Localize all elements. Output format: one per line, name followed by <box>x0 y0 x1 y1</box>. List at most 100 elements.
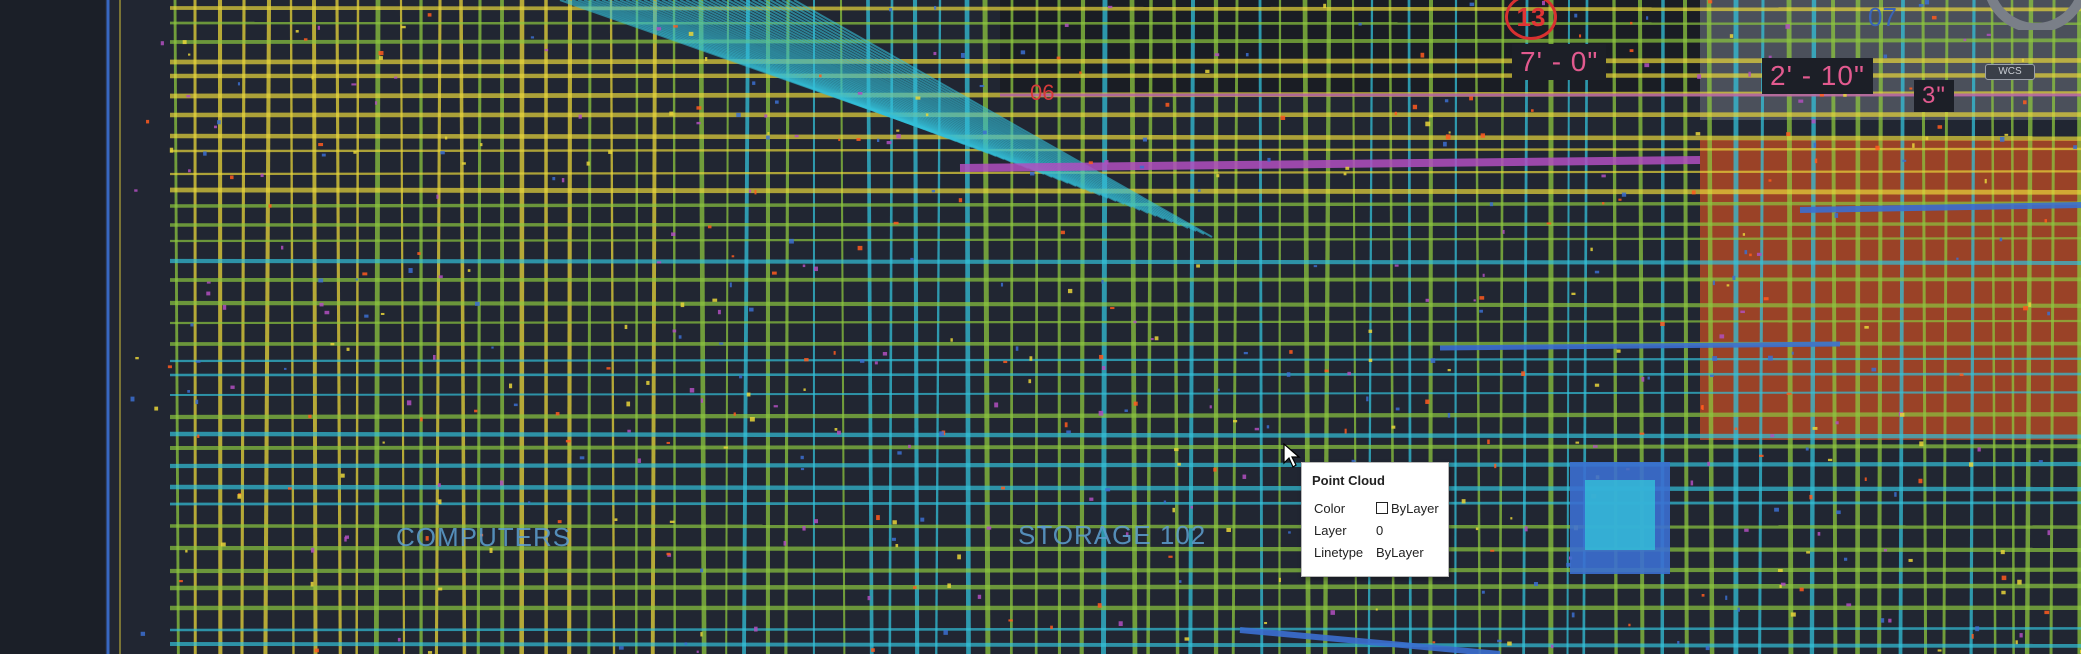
point-cloud-patch <box>1324 369 1329 373</box>
point-cloud-patch <box>394 76 398 79</box>
point-cloud-patch <box>1999 237 2003 242</box>
point-cloud-patch <box>206 281 211 284</box>
point-cloud-patch <box>378 51 384 56</box>
dimension-label-2ft10: 2' - 10" <box>1762 58 1873 94</box>
point-cloud-patch <box>311 75 314 80</box>
point-cloud-strand <box>434 0 442 654</box>
point-cloud-patch <box>222 304 227 310</box>
point-cloud-patch <box>1030 171 1035 176</box>
point-cloud-strand <box>169 431 2081 439</box>
point-cloud-patch <box>1064 422 1068 428</box>
point-cloud-strand <box>784 0 790 654</box>
point-cloud-patch <box>748 189 752 193</box>
point-cloud-patch <box>1963 38 1967 42</box>
point-cloud-patch <box>1510 517 1513 520</box>
point-cloud-patch <box>310 581 314 587</box>
point-cloud-patch <box>774 100 779 104</box>
point-cloud-patch <box>220 542 226 547</box>
point-cloud-patch <box>1165 102 1170 107</box>
point-cloud-patch <box>1819 93 1824 97</box>
point-cloud-patch <box>1432 641 1436 644</box>
point-cloud-patch <box>1763 297 1769 301</box>
point-cloud-patch <box>1835 421 1839 425</box>
point-cloud-patch <box>1768 179 1772 182</box>
point-cloud-patch <box>1594 270 1600 274</box>
point-cloud-patch <box>474 409 478 413</box>
point-cloud-patch <box>1358 22 1362 26</box>
point-cloud-patch <box>1344 428 1347 434</box>
point-cloud-patch <box>1330 610 1335 615</box>
point-cloud-strand <box>1231 0 1239 654</box>
point-cloud-patch <box>317 25 320 30</box>
point-cloud-patch <box>897 451 902 455</box>
point-cloud-strand <box>169 642 2081 648</box>
point-cloud-patch <box>230 385 235 389</box>
point-cloud-patch <box>1701 594 1705 597</box>
point-cloud-patch <box>680 302 685 308</box>
point-cloud-patch <box>1507 641 1512 646</box>
drawing-viewport[interactable]: 7' - 0" 2' - 10" 3" 13 07 06 COMPUTERS S… <box>0 0 2081 654</box>
point-cloud-patch <box>513 403 518 407</box>
point-cloud-patch <box>931 189 936 193</box>
point-cloud-strand <box>399 0 406 654</box>
point-cloud-strand <box>1146 0 1153 654</box>
point-cloud-patch <box>857 92 863 95</box>
point-cloud-patch <box>1571 292 1576 296</box>
arrow-cursor-icon <box>1283 443 1301 468</box>
point-cloud-patch <box>1521 371 1526 377</box>
point-cloud-patch <box>260 173 264 178</box>
point-cloud-patch <box>555 412 560 416</box>
point-cloud-patch <box>982 130 987 135</box>
point-cloud-patch <box>1695 132 1701 136</box>
point-cloud-patch <box>406 400 412 406</box>
point-cloud-patch <box>723 446 728 449</box>
point-cloud-patch <box>427 651 433 654</box>
point-cloud-patch <box>1139 165 1145 169</box>
point-cloud-patch <box>867 595 871 601</box>
point-cloud-patch <box>838 138 841 142</box>
wcs-menu[interactable]: WCS <box>1985 64 2035 80</box>
point-cloud-patch <box>767 132 770 135</box>
point-cloud-patch <box>772 271 777 275</box>
point-cloud-patch <box>1770 434 1775 438</box>
point-cloud-patch <box>1067 288 1073 294</box>
point-cloud-patch <box>719 342 724 345</box>
point-cloud-strand <box>169 412 2081 420</box>
point-cloud-patch <box>1579 34 1582 38</box>
point-cloud-patch <box>1430 358 1436 363</box>
point-cloud-patch <box>1644 63 1650 68</box>
point-cloud-strand <box>169 627 2081 632</box>
point-cloud-strand <box>1129 0 1138 654</box>
point-cloud-patch <box>1742 233 1746 236</box>
point-cloud-patch <box>766 135 770 140</box>
point-cloud-patch <box>353 150 357 154</box>
point-cloud-strand <box>1683 0 1689 654</box>
point-cloud-patch <box>437 483 441 487</box>
point-cloud-patch <box>1912 143 1915 148</box>
point-cloud-patch <box>1445 134 1451 140</box>
point-cloud-patch <box>284 367 287 370</box>
point-cloud-patch <box>2044 219 2048 223</box>
point-cloud-patch <box>1190 505 1193 509</box>
point-cloud-patch <box>467 269 471 272</box>
point-cloud-patch <box>913 586 917 589</box>
point-cloud-patch <box>689 387 695 393</box>
point-cloud-patch <box>1817 531 1821 536</box>
point-cloud-strand <box>725 0 730 654</box>
point-cloud-patch <box>666 552 671 556</box>
point-cloud-patch <box>1737 607 1740 612</box>
point-cloud-patch <box>195 399 199 405</box>
point-cloud-patch <box>499 480 504 486</box>
point-cloud-patch <box>1461 499 1466 504</box>
point-cloud-patch <box>318 278 324 283</box>
room-label-storage: STORAGE 102 <box>1018 520 1207 550</box>
point-cloud-patch <box>188 169 191 173</box>
point-cloud-patch <box>1709 374 1714 378</box>
point-cloud-patch <box>1846 603 1852 607</box>
point-cloud-patch <box>1245 53 1249 57</box>
point-cloud-patch <box>624 324 628 330</box>
point-cloud-patch <box>2017 579 2022 585</box>
point-cloud-patch <box>700 398 704 403</box>
point-cloud-patch <box>1174 448 1179 452</box>
viewcube-compass-icon[interactable]: S <box>1966 0 2081 30</box>
